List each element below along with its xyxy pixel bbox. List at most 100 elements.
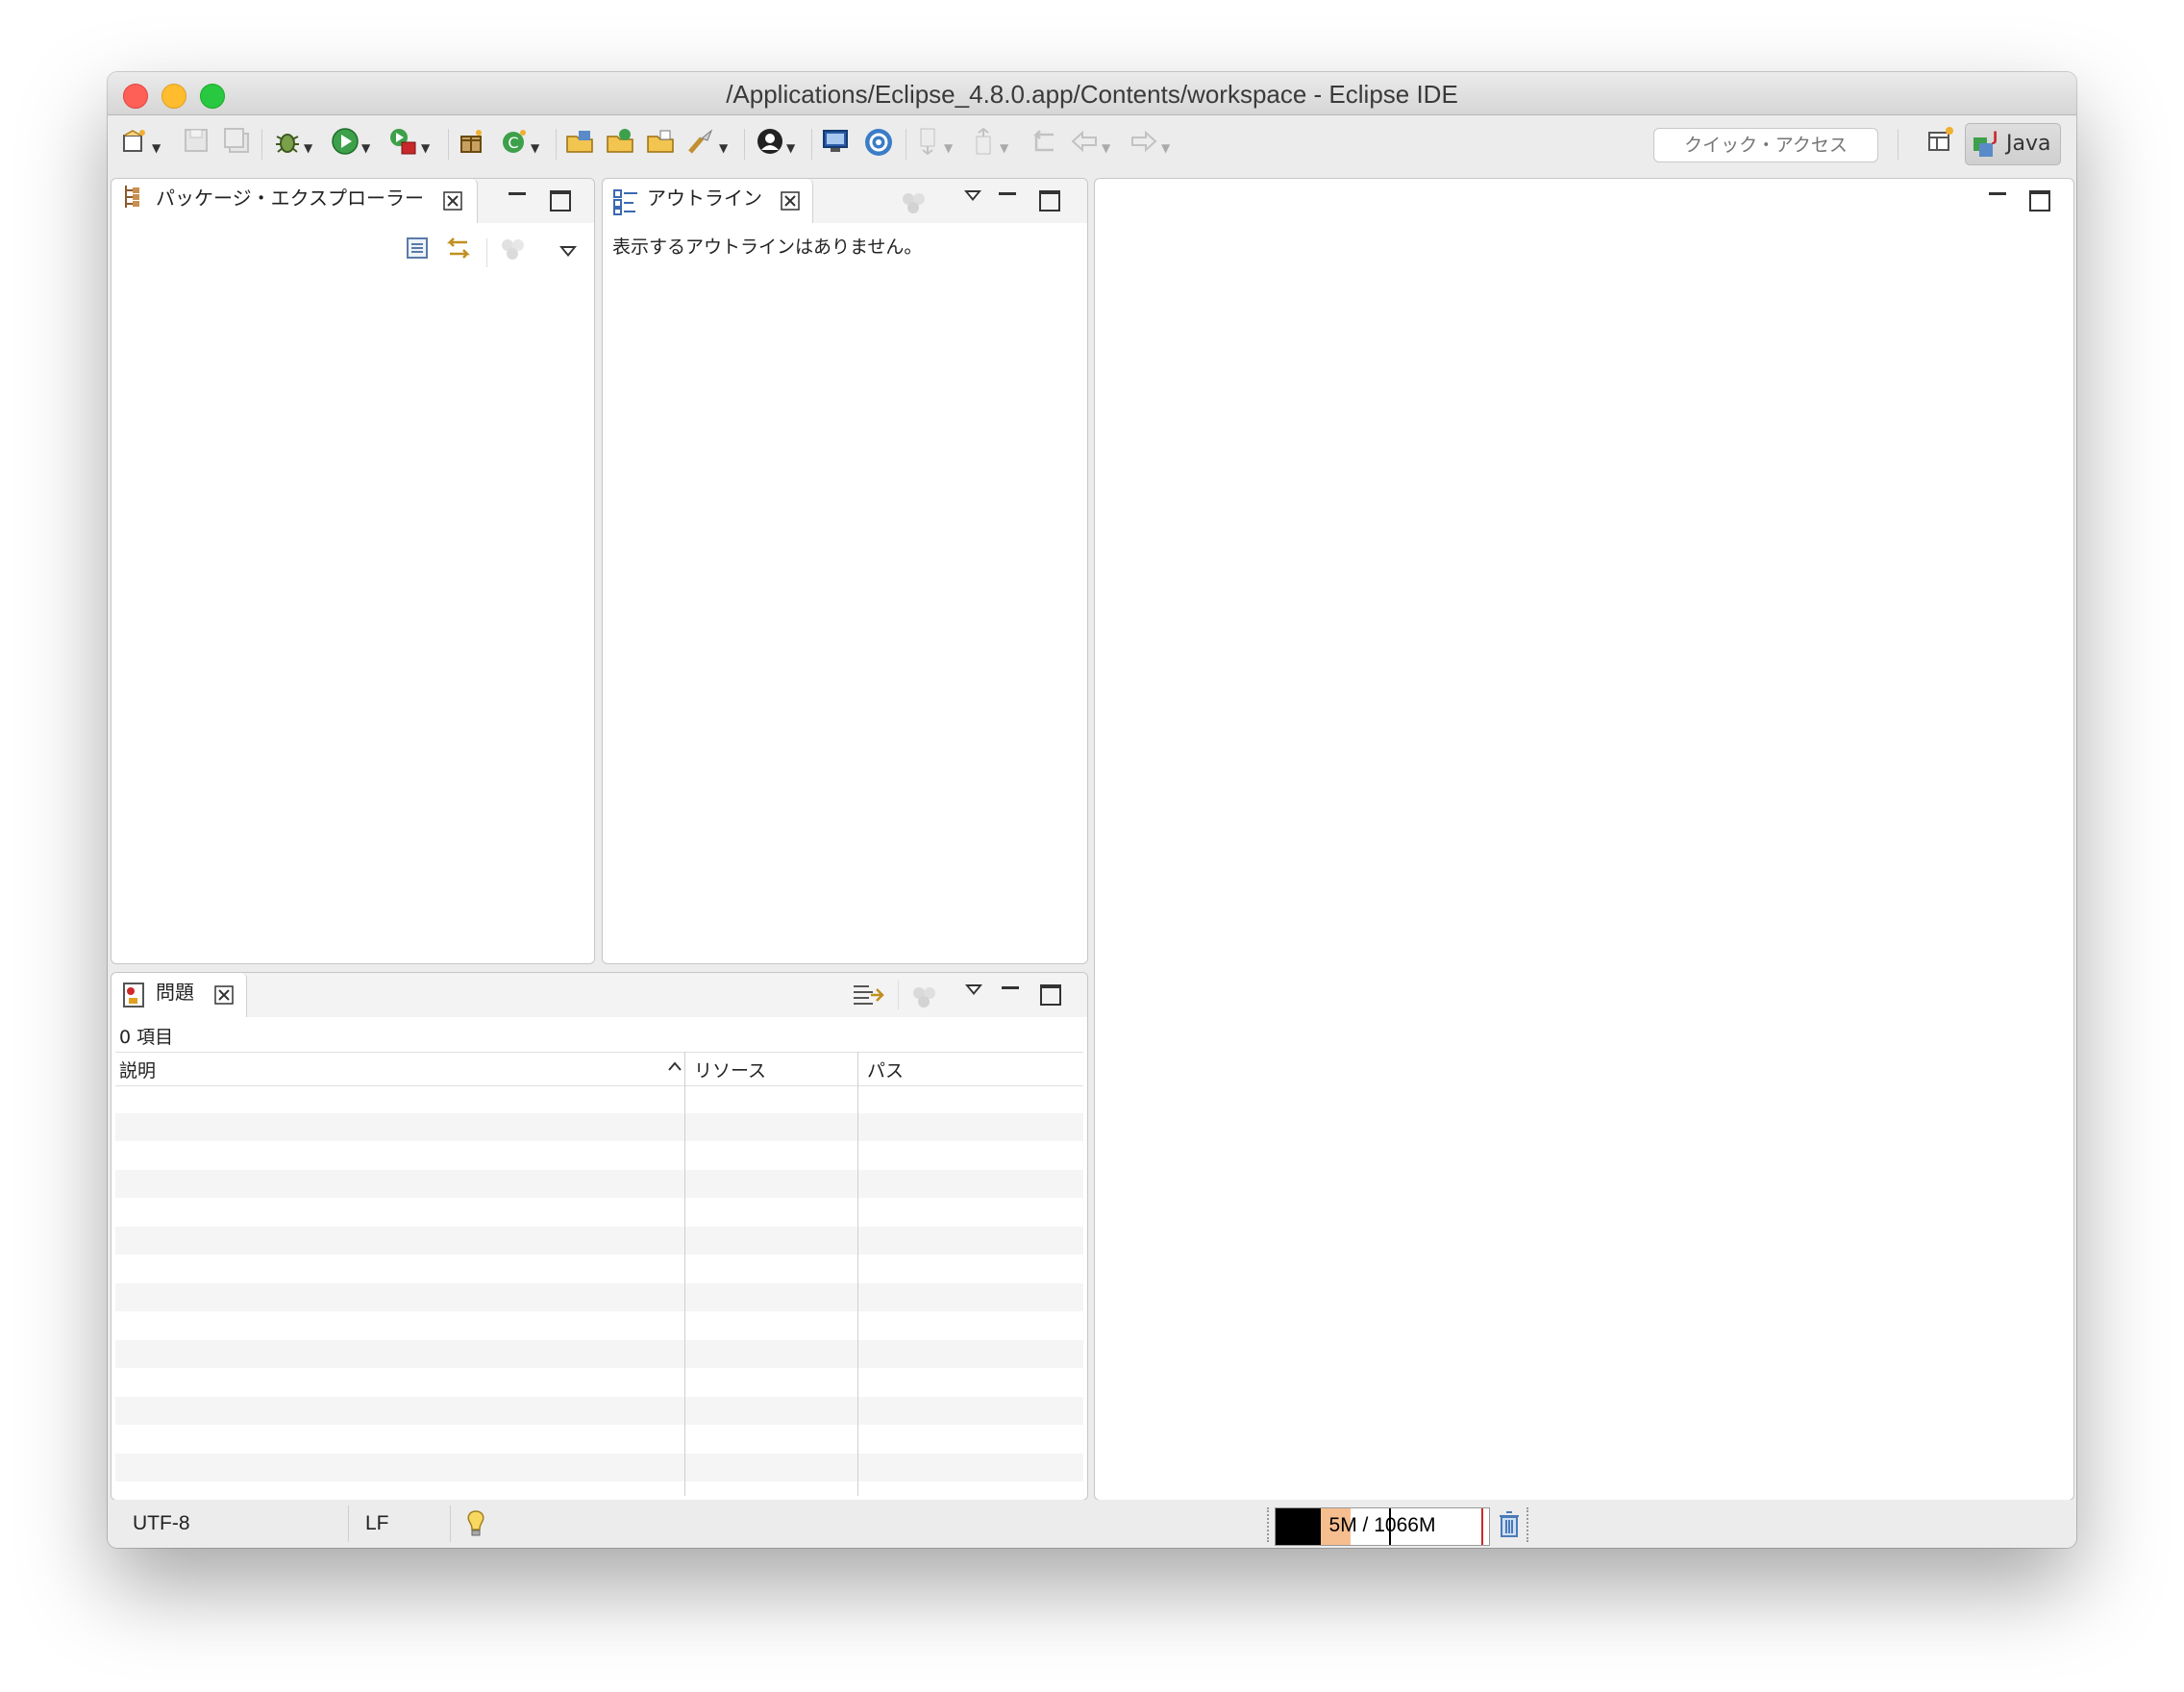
package-explorer-icon <box>121 183 142 223</box>
next-annotation-icon[interactable]: ▼ <box>915 127 953 162</box>
column-header-description[interactable]: 説明 <box>119 1057 156 1082</box>
problems-panel: 問題 0 項目 説明 リソース パス <box>111 972 1088 1501</box>
close-tab-icon[interactable] <box>780 181 801 225</box>
back-icon[interactable]: ▼ <box>1069 127 1110 162</box>
minimize-icon[interactable] <box>1989 192 2006 195</box>
panel-toolbar-separator <box>898 981 899 1009</box>
tab-label: 問題 <box>156 981 194 1004</box>
save-icon[interactable] <box>183 127 210 162</box>
focus-icon[interactable] <box>500 236 527 265</box>
title-bar: /Applications/Eclipse_4.8.0.app/Contents… <box>108 72 2076 115</box>
sort-ascending-icon[interactable] <box>667 1058 682 1077</box>
encoding-status[interactable]: UTF-8 <box>133 1512 190 1535</box>
package-explorer-panel: パッケージ・エクスプローラー <box>111 178 595 964</box>
package-explorer-tabbar: パッケージ・エクスプローラー <box>112 179 594 223</box>
table-row <box>115 1340 1083 1368</box>
column-divider[interactable] <box>857 1052 858 1496</box>
heap-text: 5M / 1066M <box>1328 1514 1436 1536</box>
previous-annotation-icon[interactable]: ▼ <box>971 127 1008 162</box>
new-java-class-icon[interactable]: C ▼ <box>500 127 539 162</box>
table-row <box>115 1113 1083 1141</box>
line-delimiter-status[interactable]: LF <box>365 1512 389 1535</box>
open-resource-icon[interactable] <box>646 127 677 162</box>
outline-tabbar: アウトライン <box>603 179 1087 223</box>
problems-tabbar: 問題 <box>112 973 1087 1017</box>
table-row <box>115 1397 1083 1425</box>
heap-status: 5M / 1066M <box>1275 1507 1490 1546</box>
lightbulb-icon[interactable] <box>465 1509 486 1544</box>
collapse-all-icon[interactable] <box>404 235 431 265</box>
editor-area <box>1094 178 2074 1501</box>
status-divider <box>450 1505 451 1542</box>
table-row <box>115 1227 1083 1255</box>
main-toolbar: ▼ ▼ ▼ ▼ C ▼ ▼ ▼ ▼ ▼ ▼ ▼ クイック・アクセス J Java <box>108 115 2076 173</box>
view-menu-icon[interactable] <box>559 246 577 257</box>
svg-text:J: J <box>1992 130 1998 145</box>
focus-icon[interactable] <box>901 190 928 219</box>
outline-empty-message: 表示するアウトラインはありません。 <box>612 236 923 258</box>
run-icon[interactable]: ▼ <box>331 127 370 162</box>
toolbar-separator <box>448 129 449 160</box>
toolbar-separator <box>556 129 557 160</box>
link-with-editor-icon[interactable] <box>444 235 473 265</box>
open-task-icon[interactable] <box>606 127 636 162</box>
save-all-icon[interactable] <box>223 127 250 162</box>
close-tab-icon[interactable] <box>442 181 463 225</box>
open-perspective-icon[interactable] <box>1919 125 1963 163</box>
heap-grip <box>1267 1507 1273 1542</box>
minimize-icon[interactable] <box>1002 986 1019 989</box>
column-header-path[interactable]: パス <box>867 1057 904 1082</box>
profile-icon[interactable]: ▼ <box>756 127 795 162</box>
tab-label: アウトライン <box>647 187 762 210</box>
table-row <box>115 1454 1083 1481</box>
java-perspective-icon: J <box>1972 124 2000 173</box>
tab-problems[interactable]: 問題 <box>112 973 247 1017</box>
table-row <box>115 1283 1083 1311</box>
toolbar-separator <box>1898 129 1899 160</box>
external-tools-icon[interactable]: ▼ <box>388 127 430 162</box>
maximize-icon[interactable] <box>1040 984 1061 1006</box>
settings-icon[interactable] <box>863 127 894 162</box>
heap-grip <box>1526 1507 1532 1542</box>
view-menu-icon[interactable] <box>965 984 982 995</box>
debug-icon[interactable]: ▼ <box>273 127 312 162</box>
filter-icon[interactable] <box>852 981 884 1013</box>
quick-access-input[interactable] <box>1653 128 1878 162</box>
toolbar-separator <box>744 129 745 160</box>
outline-icon <box>612 183 639 229</box>
column-divider[interactable] <box>684 1052 685 1496</box>
minimize-icon[interactable] <box>509 192 526 195</box>
outline-panel: アウトライン 表示するアウトラインはありません。 <box>602 178 1088 964</box>
focus-icon[interactable] <box>911 984 938 1013</box>
tab-package-explorer[interactable]: パッケージ・エクスプローラー <box>112 179 478 223</box>
java-perspective-button[interactable]: J Java <box>1965 123 2061 165</box>
eclipse-window: /Applications/Eclipse_4.8.0.app/Contents… <box>108 72 2076 1548</box>
search-icon[interactable]: ▼ <box>686 127 728 162</box>
column-header-resource[interactable]: リソース <box>694 1057 766 1082</box>
maximize-icon[interactable] <box>550 190 571 212</box>
panel-toolbar-separator <box>486 238 487 267</box>
toolbar-separator <box>261 129 262 160</box>
garbage-collect-icon[interactable] <box>1498 1509 1521 1545</box>
last-edit-icon[interactable] <box>1027 127 1057 162</box>
close-tab-icon[interactable] <box>213 975 235 1019</box>
problems-table-header: 説明 リソース パス <box>115 1052 1083 1086</box>
problems-icon <box>121 977 148 1023</box>
svg-text:C: C <box>508 134 518 152</box>
view-menu-icon[interactable] <box>964 190 981 201</box>
status-divider <box>348 1505 349 1542</box>
status-bar: UTF-8 LF 5M / 1066M <box>108 1500 2076 1548</box>
maximize-icon[interactable] <box>1039 190 1060 212</box>
problems-count: 0 項目 <box>119 1027 174 1048</box>
tab-outline[interactable]: アウトライン <box>603 179 813 223</box>
new-java-package-icon[interactable] <box>458 127 486 162</box>
java-perspective-label: Java <box>2006 132 2051 156</box>
maximize-icon[interactable] <box>2029 190 2050 212</box>
console-icon[interactable] <box>821 127 850 162</box>
minimize-icon[interactable] <box>999 192 1016 195</box>
forward-icon[interactable]: ▼ <box>1129 127 1170 162</box>
open-type-icon[interactable] <box>565 127 596 162</box>
table-row <box>115 1170 1083 1198</box>
new-wizard-icon[interactable]: ▼ <box>121 127 161 162</box>
window-title: /Applications/Eclipse_4.8.0.app/Contents… <box>726 80 1458 109</box>
